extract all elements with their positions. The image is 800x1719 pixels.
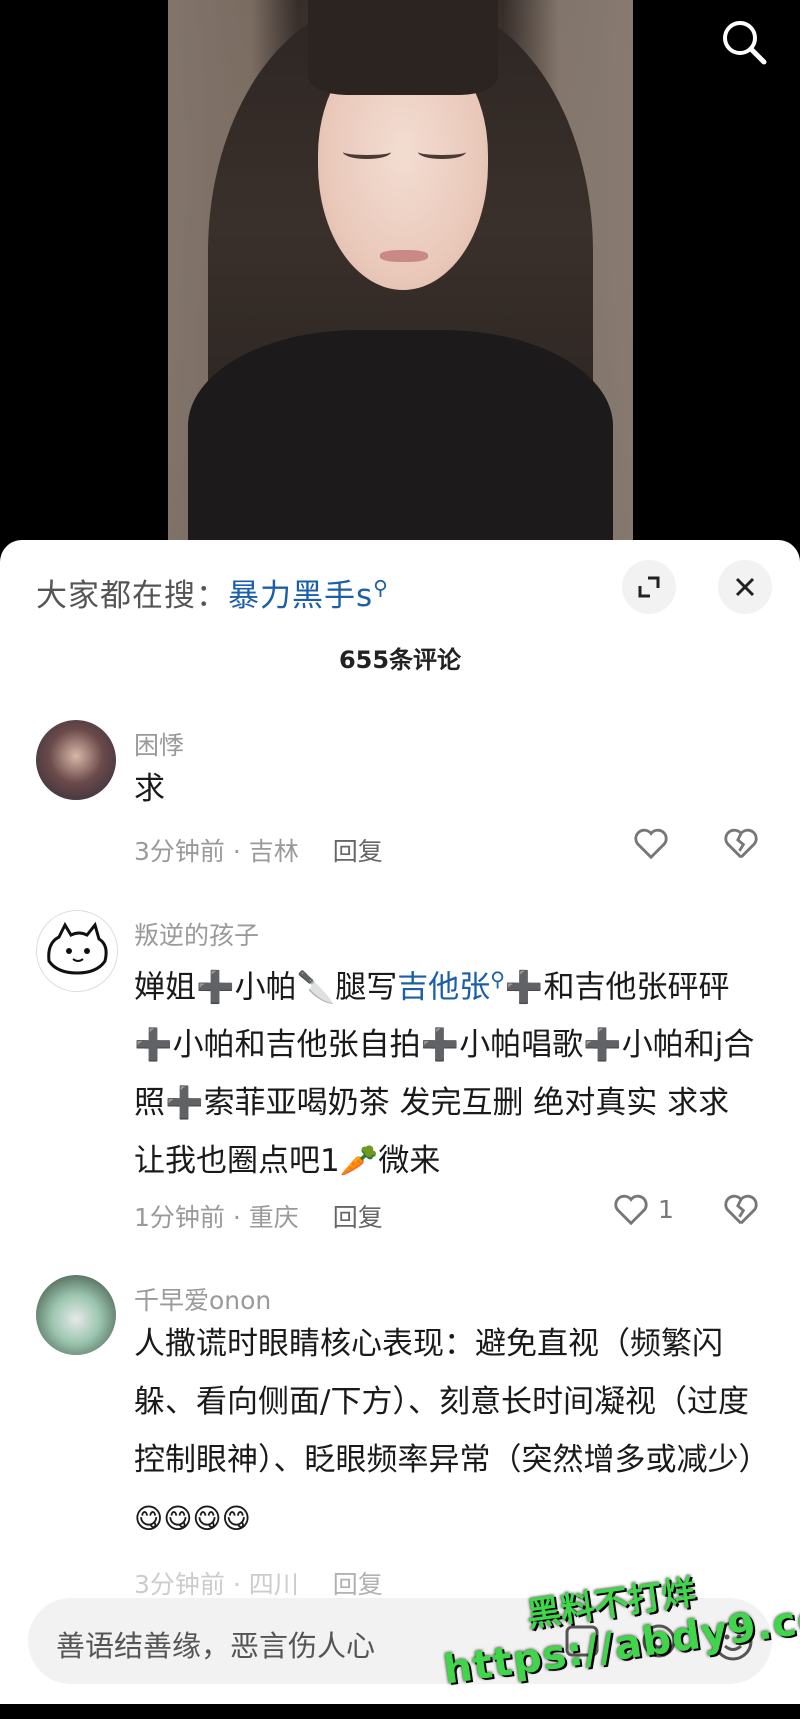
comments-panel: 大家都在搜：暴力黑手s⚲ 655条评论 困悸 求 3分钟前 · 吉林 回复 叛逆… — [0, 540, 800, 1704]
comment-username[interactable]: 困悸 — [134, 726, 184, 762]
close-button[interactable] — [718, 560, 772, 614]
comment-text: 求 — [134, 771, 165, 807]
comment-time: 3分钟前 · 四川 — [134, 1570, 299, 1599]
comment-input-placeholder: 善语结善缘，恶言伤人心 — [56, 1629, 376, 1663]
comment-text-part: 人撒谎时眼睛核心表现：避免直视（频繁闪躲、看向侧面/下方）、刻意长时间凝视（过度… — [134, 1326, 770, 1478]
trending-search-prefix: 大家都在搜： — [36, 578, 228, 614]
avatar[interactable] — [36, 720, 116, 800]
comment-time: 3分钟前 · 吉林 — [134, 837, 299, 866]
reply-button[interactable]: 回复 — [333, 837, 383, 866]
reply-button[interactable]: 回复 — [333, 1570, 383, 1599]
heart-icon — [634, 828, 668, 860]
close-icon — [735, 577, 755, 597]
comment-username[interactable]: 千早爱onon — [134, 1281, 271, 1317]
dislike-button[interactable] — [722, 824, 760, 866]
comments-count: 655条评论 — [338, 646, 462, 674]
comment-time: 1分钟前 · 重庆 — [134, 1203, 299, 1232]
like-button[interactable] — [632, 824, 670, 862]
video-frame — [168, 0, 633, 560]
emoji-group: 😋😋😋😋 — [134, 1502, 251, 1535]
expand-icon — [638, 576, 660, 598]
heart-icon — [614, 1194, 648, 1226]
dislike-button[interactable] — [722, 1190, 760, 1232]
comment-username[interactable]: 叛逆的孩子 — [134, 916, 259, 952]
comment-text-part: 婵姐➕小帕🔪腿写 — [134, 969, 398, 1006]
comment-meta: 3分钟前 · 吉林 回复 — [134, 832, 383, 868]
like-count: 1 — [658, 1194, 674, 1224]
video-player[interactable] — [0, 0, 800, 560]
trending-search[interactable]: 大家都在搜：暴力黑手s⚲ — [36, 570, 389, 615]
comment-meta: 1分钟前 · 重庆 回复 — [134, 1198, 383, 1234]
broken-heart-icon — [724, 828, 758, 859]
search-small-icon: ⚲ — [490, 967, 505, 991]
reply-button[interactable]: 回复 — [333, 1203, 383, 1232]
comment-meta: 3分钟前 · 四川 回复 — [134, 1565, 383, 1601]
avatar[interactable] — [36, 910, 118, 992]
expand-button[interactable] — [622, 560, 676, 614]
broken-heart-icon — [724, 1194, 758, 1225]
comment-text: 婵姐➕小帕🔪腿写吉他张⚲➕和吉他张砰砰➕小帕和吉他张自拍➕小帕唱歌➕小帕和j合照… — [134, 950, 764, 1190]
avatar[interactable] — [36, 1275, 116, 1355]
like-button[interactable]: 1 — [612, 1190, 674, 1228]
search-icon[interactable] — [716, 14, 772, 70]
trending-search-term[interactable]: 暴力黑手s — [228, 578, 373, 614]
search-small-icon: ⚲ — [373, 575, 389, 600]
search-link[interactable]: 吉他张 — [397, 969, 490, 1005]
comment-text: 人撒谎时眼睛核心表现：避免直视（频繁闪躲、看向侧面/下方）、刻意长时间凝视（过度… — [134, 1315, 770, 1548]
